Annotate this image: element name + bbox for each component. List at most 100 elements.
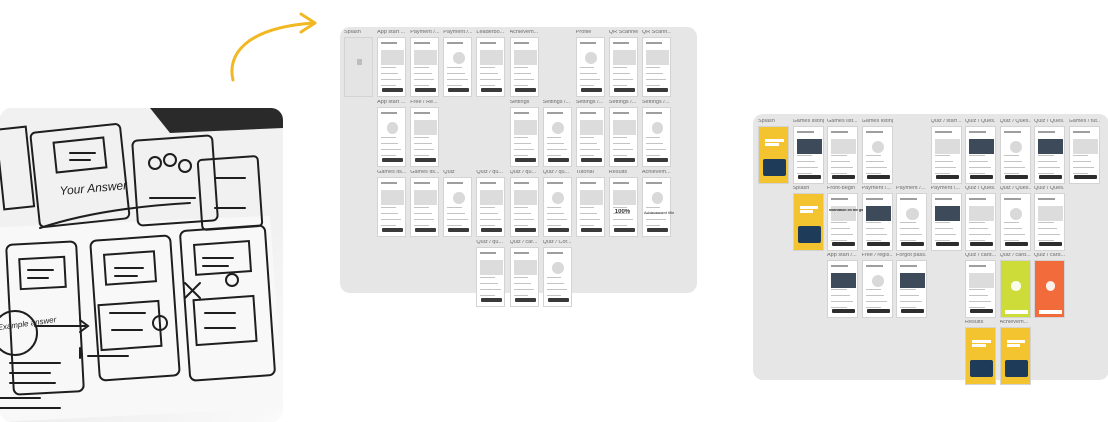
wireframe-frame[interactable]: [641, 37, 671, 97]
wireframe-frame[interactable]: [377, 37, 407, 97]
wireframe-frame[interactable]: [410, 107, 440, 167]
wireframe-frame[interactable]: [509, 247, 539, 307]
content-placeholder: [513, 84, 528, 86]
content-placeholder: [513, 224, 528, 226]
content-placeholder: [546, 252, 563, 254]
content-placeholder: [356, 59, 363, 65]
content-placeholder: [969, 273, 994, 288]
design-frame[interactable]: [896, 193, 927, 251]
content-placeholder: [831, 300, 853, 302]
design-frame[interactable]: [1034, 260, 1065, 318]
wireframe-frame[interactable]: [575, 107, 605, 167]
design-frame[interactable]: [792, 193, 824, 251]
content-placeholder: [452, 52, 465, 64]
wireframe-frame[interactable]: [575, 177, 605, 237]
frame-label: Quiz / Ques...: [965, 119, 996, 124]
design-frame[interactable]: [827, 260, 858, 318]
content-placeholder: [969, 131, 987, 133]
design-frame[interactable]: [965, 126, 996, 184]
frame-label: Quiz / Cor...: [542, 240, 572, 245]
wireframe-frame[interactable]: [641, 177, 671, 237]
content-placeholder: [381, 84, 396, 86]
content-placeholder: [1006, 343, 1021, 347]
content-placeholder: [645, 142, 664, 144]
frame-label: Tutorial: [575, 170, 594, 175]
frame-label: Games listing: [792, 119, 824, 124]
content-placeholder: [934, 160, 954, 162]
design-frame[interactable]: [758, 126, 789, 184]
wireframe-frame[interactable]: [608, 177, 638, 237]
wireframe-frame[interactable]: [476, 247, 506, 307]
design-frame[interactable]: [861, 193, 893, 251]
design-frame[interactable]: [965, 260, 996, 318]
content-placeholder: [480, 252, 497, 254]
content-placeholder: [1011, 281, 1021, 291]
design-frame[interactable]: [1034, 193, 1065, 251]
content-placeholder: [1038, 172, 1054, 174]
wireframe-frame[interactable]: [542, 177, 572, 237]
button-placeholder: [448, 228, 470, 232]
design-frame[interactable]: [999, 260, 1031, 318]
wireframe-frame[interactable]: [443, 37, 473, 97]
design-frame[interactable]: [827, 193, 858, 251]
content-placeholder: [831, 306, 847, 308]
wireframe-frame[interactable]: [509, 177, 539, 237]
wireframe-frame[interactable]: [608, 107, 638, 167]
content-placeholder: [513, 72, 531, 74]
design-frame[interactable]: [861, 126, 893, 184]
wireframe-frame[interactable]: [575, 37, 605, 97]
wireframe-frame[interactable]: [410, 37, 440, 97]
wireframe-frame[interactable]: [410, 177, 440, 237]
wireframe-frame[interactable]: [509, 107, 539, 167]
content-placeholder: [831, 294, 850, 296]
design-frame[interactable]: [792, 126, 824, 184]
design-frame[interactable]: [965, 193, 996, 251]
content-placeholder: [1003, 221, 1019, 223]
frame-label: Splash: [344, 30, 361, 35]
content-placeholder: [513, 276, 528, 278]
content-placeholder: [1038, 233, 1060, 235]
design-frame[interactable]: [896, 260, 927, 318]
content-placeholder: [865, 154, 881, 156]
design-frame[interactable]: [930, 193, 962, 251]
content-placeholder: [612, 206, 628, 208]
frame-label: Payment /...: [930, 186, 960, 191]
content-placeholder: [414, 136, 429, 138]
content-placeholder: [900, 288, 916, 290]
wireframe-frame[interactable]: [377, 177, 407, 237]
wireframe-frame[interactable]: [443, 177, 473, 237]
design-frame[interactable]: [965, 327, 996, 385]
content-placeholder: [645, 136, 661, 138]
content-placeholder: [796, 139, 822, 154]
content-placeholder: [1072, 131, 1090, 133]
design-frame[interactable]: [999, 193, 1031, 251]
wireframe-frame[interactable]: [509, 37, 539, 97]
wireframe-frame[interactable]: [344, 37, 373, 97]
wireframe-frame[interactable]: [608, 37, 638, 97]
wireframe-frame[interactable]: [542, 247, 572, 307]
wireframe-frame[interactable]: [641, 107, 671, 167]
wireframe-frame[interactable]: [476, 37, 506, 97]
design-frame[interactable]: [999, 126, 1031, 184]
content-placeholder: [513, 142, 531, 144]
design-frame[interactable]: [1034, 126, 1065, 184]
content-placeholder: [1038, 239, 1054, 241]
content-placeholder: [612, 190, 636, 205]
content-placeholder: [513, 294, 528, 296]
frame-label: Results: [608, 170, 628, 175]
button-placeholder: [613, 158, 635, 162]
design-frame[interactable]: [1068, 126, 1100, 184]
design-frame[interactable]: [861, 260, 893, 318]
wireframe-frame[interactable]: [542, 107, 572, 167]
wireframe-frame[interactable]: [476, 177, 506, 237]
frame-label: Free / regis...: [861, 253, 893, 258]
content-placeholder: [579, 182, 596, 184]
design-frame[interactable]: [827, 126, 858, 184]
wireframe-frame[interactable]: [377, 107, 407, 167]
content-placeholder: [934, 221, 950, 223]
content-placeholder: [796, 154, 812, 156]
design-frame[interactable]: [930, 126, 962, 184]
design-frame[interactable]: [999, 327, 1031, 385]
frame-label: Quiz / Ques...: [999, 186, 1031, 191]
content-placeholder: [645, 182, 662, 184]
